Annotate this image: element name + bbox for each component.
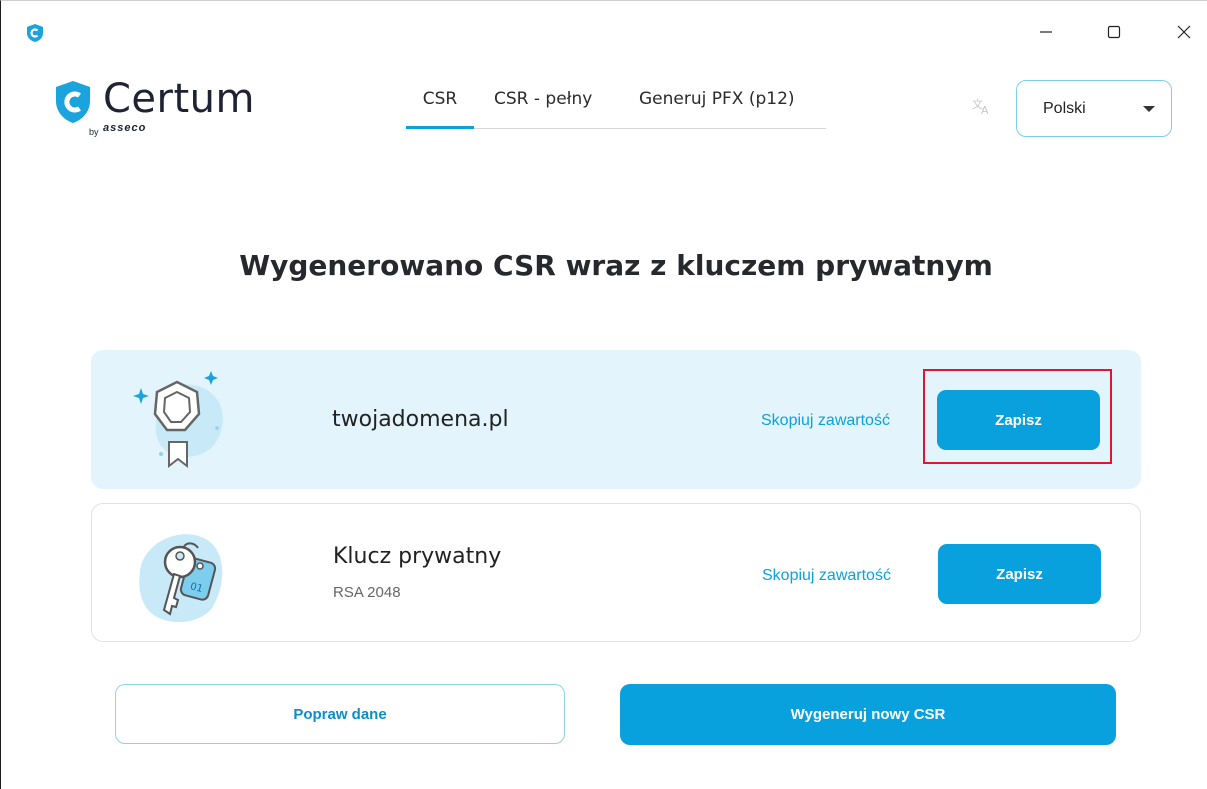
- generate-new-csr-button[interactable]: Wygeneruj nowy CSR: [620, 684, 1116, 745]
- certum-shield-icon: [56, 81, 90, 123]
- language-value: Polski: [1043, 100, 1086, 117]
- close-button[interactable]: [1161, 15, 1207, 49]
- minimize-button[interactable]: [1023, 15, 1069, 49]
- certum-shield-icon: [25, 23, 45, 43]
- logo-text: Certum: [103, 76, 255, 122]
- csr-domain: twojadomena.pl: [332, 407, 509, 432]
- tab-bar: CSR CSR - pełny Generuj PFX (p12): [406, 87, 826, 129]
- private-key-title: Klucz prywatny: [333, 544, 502, 569]
- certificate-badge-icon: [127, 368, 237, 473]
- save-key-button[interactable]: Zapisz: [938, 544, 1101, 604]
- maximize-button[interactable]: [1091, 15, 1137, 49]
- logo-by: by: [89, 127, 99, 137]
- title-bar: [1, 1, 1207, 65]
- copy-key-link[interactable]: Skopiuj zawartość: [762, 567, 891, 585]
- logo-asseco: asseco: [103, 122, 147, 134]
- keys-icon: 01: [128, 522, 238, 627]
- private-key-subtitle: RSA 2048: [333, 584, 401, 601]
- tab-csr-full[interactable]: CSR - pełny: [494, 87, 592, 129]
- private-key-card: 01 Klucz prywatny RSA 2048 Skopiuj zawar…: [91, 503, 1141, 642]
- copy-csr-link[interactable]: Skopiuj zawartość: [761, 412, 890, 430]
- page-title: Wygenerowano CSR wraz z kluczem prywatny…: [239, 249, 993, 282]
- certum-logo: Certum by asseco: [53, 76, 255, 139]
- svg-text:A: A: [981, 104, 989, 115]
- tab-csr[interactable]: CSR: [406, 87, 474, 129]
- language-select[interactable]: Polski: [1016, 80, 1172, 137]
- translate-icon: 文 A: [972, 97, 992, 119]
- chevron-down-icon: [1143, 106, 1155, 112]
- fix-data-button[interactable]: Popraw dane: [115, 684, 565, 744]
- tab-generate-pfx[interactable]: Generuj PFX (p12): [639, 87, 795, 129]
- app-window: Certum by asseco CSR CSR - pełny Generuj…: [0, 0, 1207, 789]
- highlight-box: [923, 369, 1112, 464]
